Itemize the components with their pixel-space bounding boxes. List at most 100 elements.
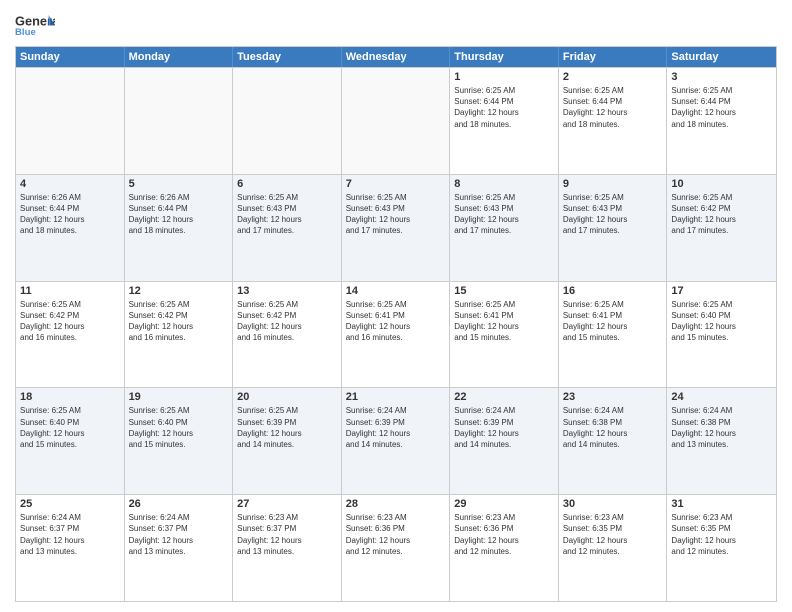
day-number: 20 [237, 391, 337, 403]
cal-header-wednesday: Wednesday [342, 47, 451, 67]
day-info: Sunrise: 6:25 AM Sunset: 6:40 PM Dayligh… [20, 405, 120, 450]
cal-cell-day-9: 9 Sunrise: 6:25 AM Sunset: 6:43 PM Daylig… [559, 175, 668, 281]
day-info: Sunrise: 6:25 AM Sunset: 6:40 PM Dayligh… [129, 405, 229, 450]
day-info: Sunrise: 6:25 AM Sunset: 6:41 PM Dayligh… [454, 299, 554, 344]
cal-cell-day-4: 4Sunrise: 6:26 AM Sunset: 6:44 PM Daylig… [16, 175, 125, 281]
cal-cell-day-3: 3 Sunrise: 6:25 AM Sunset: 6:44 PM Daylig… [667, 68, 776, 174]
cal-header-friday: Friday [559, 47, 668, 67]
cal-cell-day-16: 16 Sunrise: 6:25 AM Sunset: 6:41 PM Dayli… [559, 282, 668, 388]
day-number: 21 [346, 391, 446, 403]
day-number: 31 [671, 498, 772, 510]
day-number: 14 [346, 285, 446, 297]
header: General Blue [15, 10, 777, 40]
day-info: Sunrise: 6:25 AM Sunset: 6:42 PM Dayligh… [129, 299, 229, 344]
cal-cell-day-10: 10Sunrise: 6:25 AM Sunset: 6:42 PM Dayli… [667, 175, 776, 281]
day-info: Sunrise: 6:24 AM Sunset: 6:38 PM Dayligh… [671, 405, 772, 450]
day-number: 29 [454, 498, 554, 510]
day-info: Sunrise: 6:25 AM Sunset: 6:43 PM Dayligh… [454, 192, 554, 237]
day-number: 9 [563, 178, 663, 190]
cal-week-5: 25Sunrise: 6:24 AM Sunset: 6:37 PM Dayli… [16, 494, 776, 601]
cal-header-saturday: Saturday [667, 47, 776, 67]
day-number: 12 [129, 285, 229, 297]
cal-cell-day-1: 1 Sunrise: 6:25 AM Sunset: 6:44 PM Daylig… [450, 68, 559, 174]
cal-week-2: 4Sunrise: 6:26 AM Sunset: 6:44 PM Daylig… [16, 174, 776, 281]
day-info: Sunrise: 6:24 AM Sunset: 6:38 PM Dayligh… [563, 405, 663, 450]
day-info: Sunrise: 6:23 AM Sunset: 6:35 PM Dayligh… [563, 512, 663, 557]
day-info: Sunrise: 6:25 AM Sunset: 6:44 PM Dayligh… [671, 85, 772, 130]
cal-cell-empty [16, 68, 125, 174]
cal-cell-day-30: 30 Sunrise: 6:23 AM Sunset: 6:35 PM Dayli… [559, 495, 668, 601]
day-number: 22 [454, 391, 554, 403]
day-info: Sunrise: 6:23 AM Sunset: 6:37 PM Dayligh… [237, 512, 337, 557]
day-info: Sunrise: 6:24 AM Sunset: 6:37 PM Dayligh… [20, 512, 120, 557]
day-number: 13 [237, 285, 337, 297]
day-number: 30 [563, 498, 663, 510]
day-number: 28 [346, 498, 446, 510]
cal-cell-day-23: 23 Sunrise: 6:24 AM Sunset: 6:38 PM Dayli… [559, 388, 668, 494]
cal-cell-day-2: 2Sunrise: 6:25 AM Sunset: 6:44 PM Daylig… [559, 68, 668, 174]
day-number: 23 [563, 391, 663, 403]
day-number: 27 [237, 498, 337, 510]
logo: General Blue [15, 10, 55, 40]
day-info: Sunrise: 6:25 AM Sunset: 6:43 PM Dayligh… [563, 192, 663, 237]
day-info: Sunrise: 6:26 AM Sunset: 6:44 PM Dayligh… [129, 192, 229, 237]
day-number: 18 [20, 391, 120, 403]
cal-cell-empty [233, 68, 342, 174]
cal-cell-day-25: 25Sunrise: 6:24 AM Sunset: 6:37 PM Dayli… [16, 495, 125, 601]
day-info: Sunrise: 6:23 AM Sunset: 6:36 PM Dayligh… [454, 512, 554, 557]
day-info: Sunrise: 6:25 AM Sunset: 6:42 PM Dayligh… [237, 299, 337, 344]
day-number: 7 [346, 178, 446, 190]
cal-cell-day-29: 29 Sunrise: 6:23 AM Sunset: 6:36 PM Dayli… [450, 495, 559, 601]
cal-cell-empty [125, 68, 234, 174]
cal-cell-day-26: 26 Sunrise: 6:24 AM Sunset: 6:37 PM Dayli… [125, 495, 234, 601]
calendar-header: SundayMondayTuesdayWednesdayThursdayFrid… [16, 47, 776, 67]
day-info: Sunrise: 6:25 AM Sunset: 6:40 PM Dayligh… [671, 299, 772, 344]
cal-cell-day-15: 15 Sunrise: 6:25 AM Sunset: 6:41 PM Dayli… [450, 282, 559, 388]
cal-cell-day-8: 8 Sunrise: 6:25 AM Sunset: 6:43 PM Daylig… [450, 175, 559, 281]
day-number: 24 [671, 391, 772, 403]
day-number: 3 [671, 71, 772, 83]
day-number: 8 [454, 178, 554, 190]
cal-cell-day-22: 22 Sunrise: 6:24 AM Sunset: 6:39 PM Dayli… [450, 388, 559, 494]
day-info: Sunrise: 6:25 AM Sunset: 6:41 PM Dayligh… [563, 299, 663, 344]
day-info: Sunrise: 6:25 AM Sunset: 6:44 PM Dayligh… [454, 85, 554, 130]
cal-cell-day-18: 18 Sunrise: 6:25 AM Sunset: 6:40 PM Dayli… [16, 388, 125, 494]
day-info: Sunrise: 6:25 AM Sunset: 6:41 PM Dayligh… [346, 299, 446, 344]
day-number: 5 [129, 178, 229, 190]
day-info: Sunrise: 6:25 AM Sunset: 6:42 PM Dayligh… [20, 299, 120, 344]
day-number: 16 [563, 285, 663, 297]
day-info: Sunrise: 6:24 AM Sunset: 6:39 PM Dayligh… [454, 405, 554, 450]
page: General Blue SundayMondayTuesdayWednesda… [0, 0, 792, 612]
cal-cell-day-11: 11 Sunrise: 6:25 AM Sunset: 6:42 PM Dayli… [16, 282, 125, 388]
cal-cell-day-6: 6Sunrise: 6:25 AM Sunset: 6:43 PM Daylig… [233, 175, 342, 281]
cal-cell-day-21: 21 Sunrise: 6:24 AM Sunset: 6:39 PM Dayli… [342, 388, 451, 494]
day-number: 19 [129, 391, 229, 403]
cal-cell-day-17: 17 Sunrise: 6:25 AM Sunset: 6:40 PM Dayli… [667, 282, 776, 388]
cal-cell-day-28: 28 Sunrise: 6:23 AM Sunset: 6:36 PM Dayli… [342, 495, 451, 601]
day-info: Sunrise: 6:25 AM Sunset: 6:39 PM Dayligh… [237, 405, 337, 450]
day-number: 17 [671, 285, 772, 297]
day-info: Sunrise: 6:24 AM Sunset: 6:37 PM Dayligh… [129, 512, 229, 557]
day-number: 10 [671, 178, 772, 190]
cal-week-3: 11 Sunrise: 6:25 AM Sunset: 6:42 PM Dayli… [16, 281, 776, 388]
day-number: 6 [237, 178, 337, 190]
cal-week-4: 18 Sunrise: 6:25 AM Sunset: 6:40 PM Dayli… [16, 387, 776, 494]
day-info: Sunrise: 6:23 AM Sunset: 6:35 PM Dayligh… [671, 512, 772, 557]
svg-text:Blue: Blue [15, 27, 36, 38]
day-number: 26 [129, 498, 229, 510]
day-number: 1 [454, 71, 554, 83]
cal-header-monday: Monday [125, 47, 234, 67]
day-info: Sunrise: 6:24 AM Sunset: 6:39 PM Dayligh… [346, 405, 446, 450]
day-info: Sunrise: 6:26 AM Sunset: 6:44 PM Dayligh… [20, 192, 120, 237]
cal-cell-day-12: 12 Sunrise: 6:25 AM Sunset: 6:42 PM Dayli… [125, 282, 234, 388]
cal-week-1: 1 Sunrise: 6:25 AM Sunset: 6:44 PM Daylig… [16, 67, 776, 174]
day-number: 11 [20, 285, 120, 297]
logo-icon: General Blue [15, 10, 55, 40]
day-number: 15 [454, 285, 554, 297]
cal-cell-day-27: 27 Sunrise: 6:23 AM Sunset: 6:37 PM Dayli… [233, 495, 342, 601]
day-number: 2 [563, 71, 663, 83]
cal-cell-day-24: 24 Sunrise: 6:24 AM Sunset: 6:38 PM Dayli… [667, 388, 776, 494]
day-info: Sunrise: 6:23 AM Sunset: 6:36 PM Dayligh… [346, 512, 446, 557]
cal-header-sunday: Sunday [16, 47, 125, 67]
cal-cell-empty [342, 68, 451, 174]
